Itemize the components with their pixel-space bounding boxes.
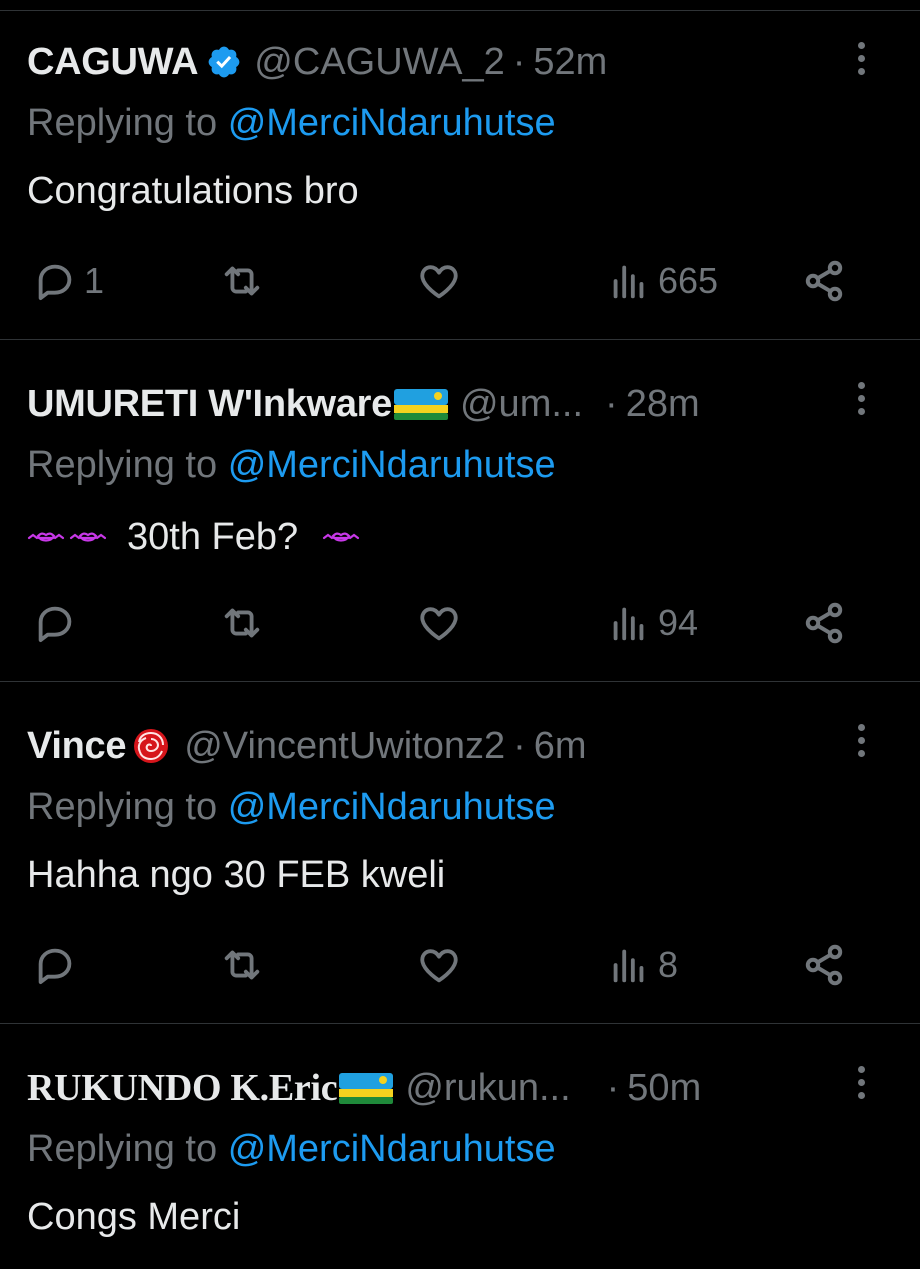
mention-link[interactable]: @MerciNdaruhutse <box>228 786 556 828</box>
timestamp[interactable]: 52m <box>533 41 607 84</box>
timestamp[interactable]: 6m <box>534 725 587 768</box>
views-icon <box>613 949 644 983</box>
reply-button[interactable]: 1 <box>32 256 104 306</box>
views-count: 8 <box>658 944 679 985</box>
share-button[interactable] <box>800 256 848 306</box>
separator-dot: · <box>512 40 526 83</box>
tweet-header: Vince @VincentUwitonz2 · 6m <box>27 716 587 776</box>
tweet-header: UMURETI W'Inkware @um... · 28m <box>27 374 700 434</box>
more-icon[interactable] <box>858 42 866 75</box>
tweet-text: 30th Feb? <box>27 516 364 559</box>
like-icon <box>420 949 458 983</box>
mention-link[interactable]: @MerciNdaruhutse <box>228 1128 556 1170</box>
views-button[interactable]: 665 <box>606 256 718 306</box>
kissing-lips-emoji-icon <box>27 532 65 542</box>
timestamp[interactable]: 28m <box>626 383 700 426</box>
views-count: 665 <box>658 260 719 301</box>
more-icon[interactable] <box>858 724 866 757</box>
separator-dot: · <box>606 1066 620 1109</box>
mention-link[interactable]: @MerciNdaruhutse <box>228 102 556 144</box>
display-name[interactable]: CAGUWA <box>27 41 199 84</box>
tweet-body: Congratulations bro <box>27 170 359 212</box>
retweet-button[interactable] <box>218 940 266 990</box>
reply-tweet-2[interactable]: UMURETI W'Inkware @um... · 28m Replying … <box>0 340 920 682</box>
share-icon <box>805 944 843 986</box>
top-divider <box>0 10 920 11</box>
retweet-icon <box>224 608 260 638</box>
like-icon <box>420 265 458 299</box>
tweet-text: Congs Merci <box>27 1196 240 1239</box>
display-name[interactable]: RUKUNDO K.Eric <box>27 1066 338 1110</box>
reply-button[interactable] <box>32 940 84 990</box>
replying-label: Replying to <box>27 1128 218 1170</box>
replying-label: Replying to <box>27 444 218 486</box>
kissing-lips-emoji-icon <box>69 532 107 542</box>
reply-tweet-4[interactable]: RUKUNDO K.Eric @rukun... · 50m Replying … <box>0 1024 920 1269</box>
separator-dot: · <box>513 724 526 767</box>
like-button[interactable] <box>416 940 462 990</box>
separator-dot: · <box>605 382 618 425</box>
replying-to: Replying to @MerciNdaruhutse <box>27 102 556 145</box>
mention-link[interactable]: @MerciNdaruhutse <box>228 444 556 486</box>
like-button[interactable] <box>416 598 462 648</box>
reply-tweet-3[interactable]: Vince @VincentUwitonz2 · 6m Replying to … <box>0 682 920 1024</box>
retweet-icon <box>224 266 260 296</box>
views-icon <box>613 265 644 299</box>
more-icon[interactable] <box>858 1066 866 1099</box>
user-handle[interactable]: @rukun... <box>405 1067 570 1110</box>
rose-icon <box>134 729 169 763</box>
share-icon <box>805 602 843 644</box>
retweet-icon <box>224 950 260 980</box>
verified-badge-icon <box>208 46 240 78</box>
views-icon <box>613 607 644 641</box>
share-button[interactable] <box>800 598 848 648</box>
tweet-actions: 94 <box>0 598 920 648</box>
display-name[interactable]: Vince <box>27 725 127 768</box>
tweet-header: CAGUWA @CAGUWA_2 · 52m <box>27 32 607 92</box>
reply-tweet-1[interactable]: CAGUWA @CAGUWA_2 · 52m Replying to @Merc… <box>0 12 920 340</box>
reply-button[interactable] <box>32 598 84 648</box>
display-name[interactable]: UMURETI W'Inkware <box>27 383 392 426</box>
kissing-lips-emoji-icon <box>323 532 360 542</box>
replying-label: Replying to <box>27 102 218 144</box>
views-count: 94 <box>658 602 699 643</box>
replying-to: Replying to @MerciNdaruhutse <box>27 786 556 829</box>
tweet-actions: 8 <box>0 940 920 990</box>
reply-icon <box>38 948 72 984</box>
more-icon[interactable] <box>858 382 866 415</box>
user-handle[interactable]: @CAGUWA_2 <box>254 41 504 84</box>
reply-count: 1 <box>84 260 105 301</box>
reply-icon <box>38 264 72 300</box>
replying-to: Replying to @MerciNdaruhutse <box>27 444 556 487</box>
share-icon <box>805 260 843 302</box>
retweet-button[interactable] <box>218 256 266 306</box>
tweet-body: Congs Merci <box>27 1196 241 1238</box>
retweet-button[interactable] <box>218 598 266 648</box>
user-handle[interactable]: @um... <box>460 383 583 426</box>
views-button[interactable]: 8 <box>606 940 678 990</box>
timestamp[interactable]: 50m <box>627 1067 701 1110</box>
tweet-body: Hahha ngo 30 FEB kweli <box>27 854 446 896</box>
rwanda-flag-icon <box>339 1073 394 1104</box>
reply-icon <box>38 606 72 642</box>
tweet-body: 30th Feb? <box>127 516 299 558</box>
like-button[interactable] <box>416 256 462 306</box>
share-button[interactable] <box>800 940 848 990</box>
tweet-text: Hahha ngo 30 FEB kweli <box>27 854 445 897</box>
tweet-text: Congratulations bro <box>27 170 359 213</box>
tweet-actions: 1 665 <box>0 256 920 306</box>
like-icon <box>420 607 458 641</box>
views-button[interactable]: 94 <box>606 598 698 648</box>
tweet-header: RUKUNDO K.Eric @rukun... · 50m <box>27 1058 701 1118</box>
replying-to: Replying to @MerciNdaruhutse <box>27 1128 556 1171</box>
rwanda-flag-icon <box>393 389 448 420</box>
user-handle[interactable]: @VincentUwitonz2 <box>184 725 505 768</box>
replying-label: Replying to <box>27 786 218 828</box>
